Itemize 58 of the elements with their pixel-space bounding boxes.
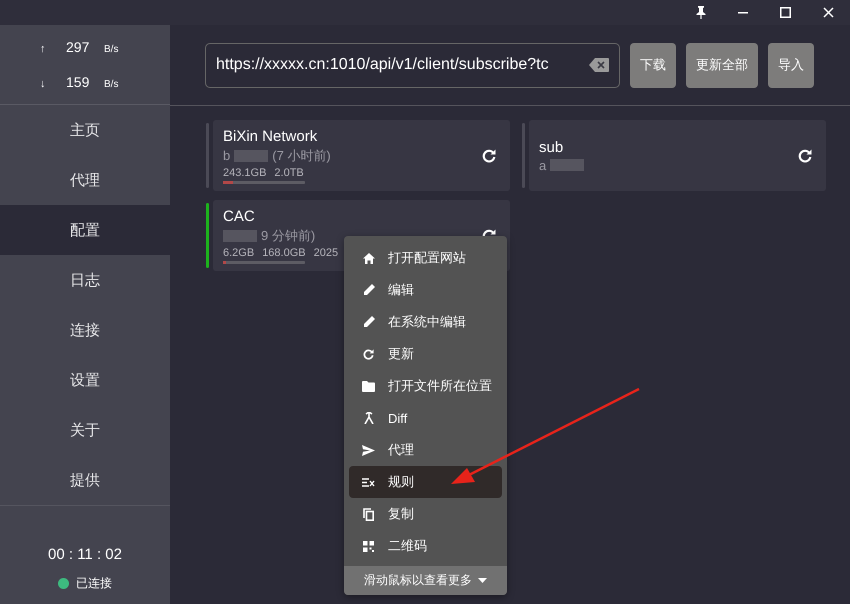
list-icon: [362, 478, 375, 486]
speed-unit: B/s: [104, 44, 118, 55]
close-icon[interactable]: [823, 7, 834, 18]
menu-item[interactable]: 代理: [349, 434, 502, 466]
pencil-icon: [362, 316, 374, 328]
blurred-block: [550, 159, 584, 171]
action-button[interactable]: 导入: [768, 42, 814, 88]
scroll-hint: 滑动鼠标以查看更多: [344, 566, 507, 595]
caret-icon: [478, 578, 487, 583]
send-icon: [362, 444, 375, 456]
merge-icon: [364, 412, 374, 424]
menu-item[interactable]: 二维码: [349, 530, 502, 562]
maximize-icon[interactable]: [780, 7, 791, 18]
menu-item[interactable]: Diff: [349, 402, 502, 434]
clear-icon[interactable]: [589, 58, 609, 72]
profile-name: CAC: [223, 208, 256, 224]
menu-item[interactable]: 在系统中编辑: [349, 306, 502, 338]
arrow-glyph: ↑: [40, 42, 46, 55]
blurred-block: [223, 230, 257, 242]
speed-value: 297: [66, 38, 90, 55]
arrow-glyph: ↓: [40, 78, 46, 90]
pin-icon[interactable]: [696, 6, 706, 19]
speed-unit: B/s: [104, 79, 118, 90]
url-field[interactable]: https://xxxxx.cn:1010/api/v1/client/subscribe?tc: [205, 42, 620, 88]
menu-item[interactable]: 编辑: [349, 274, 502, 306]
minimize-icon[interactable]: [738, 12, 748, 14]
refresh-icon[interactable]: [798, 148, 812, 162]
profile-info: b: [223, 148, 230, 163]
pencil-icon: [362, 284, 374, 296]
profile-name: BiXin Network: [223, 128, 318, 144]
speed-value: 159: [66, 74, 90, 90]
qr-code-icon: [363, 540, 374, 552]
menu-item[interactable]: 打开文件所在位置: [349, 370, 502, 402]
refresh-icon: [363, 348, 374, 360]
usage-stat: 2025: [314, 246, 338, 258]
home-icon: [362, 252, 374, 264]
usage-stat: 2.0TB: [274, 166, 304, 178]
uptime-timer: 00 : 11 : 02: [48, 546, 122, 563]
profile-card[interactable]: sub a: [529, 120, 826, 191]
menu-item[interactable]: 规则: [349, 466, 502, 498]
usage-stat: 243.1GB: [223, 166, 266, 178]
profile-info: a: [539, 158, 546, 172]
refresh-icon[interactable]: [482, 148, 496, 162]
usage-stat: 6.2GB: [223, 246, 254, 258]
profile-info: (7 小时前): [272, 146, 331, 164]
menu-item[interactable]: 复制: [349, 498, 502, 530]
menu-item[interactable]: 更新: [349, 338, 502, 370]
blurred-block: [234, 150, 268, 162]
status-label: 已连接: [76, 575, 112, 592]
profile-info: 9 分钟前): [261, 226, 316, 244]
copy-icon: [363, 508, 374, 520]
menu-item[interactable]: 打开配置网站: [349, 242, 502, 274]
action-button[interactable]: 更新全部: [686, 42, 758, 88]
action-button[interactable]: 下载: [630, 42, 676, 88]
profile-card[interactable]: BiXin Network b (7 小时前) 243.1GB 2.0TB: [213, 120, 510, 191]
usage-stat: 168.0GB: [262, 246, 306, 258]
folder-icon: [362, 380, 375, 392]
profile-name: sub: [539, 138, 564, 156]
